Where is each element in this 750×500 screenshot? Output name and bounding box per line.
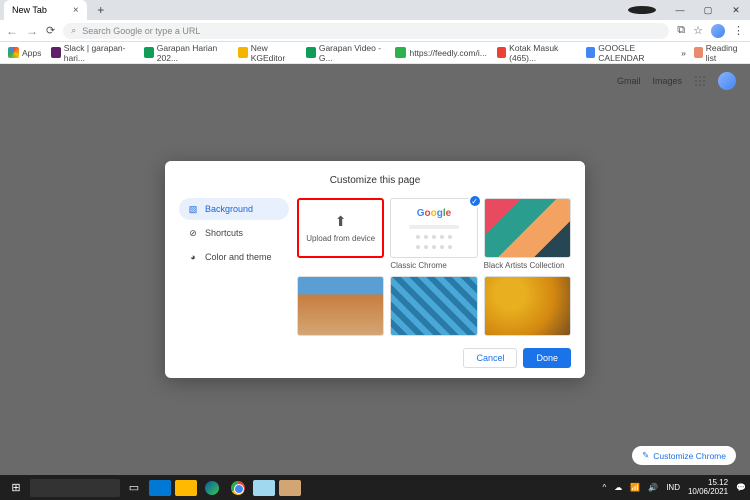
favicon-icon bbox=[144, 47, 153, 58]
back-button[interactable]: ← bbox=[6, 24, 18, 38]
dialog-main-panel: ⬆ Upload from device ✓ Google bbox=[297, 198, 571, 368]
favicon-icon bbox=[51, 47, 60, 58]
taskbar-paint-icon[interactable] bbox=[278, 477, 302, 499]
apps-shortcut[interactable]: Apps bbox=[8, 47, 41, 58]
taskbar-explorer-icon[interactable] bbox=[174, 477, 198, 499]
maximize-button[interactable]: ▢ bbox=[694, 5, 722, 16]
tray-language[interactable]: IND bbox=[666, 483, 680, 492]
favicon-icon bbox=[586, 47, 595, 58]
taskbar-app-icon[interactable] bbox=[252, 477, 276, 499]
cancel-button[interactable]: Cancel bbox=[463, 348, 517, 368]
reading-list-button[interactable]: Reading list bbox=[694, 43, 742, 63]
address-bar: ← → ⟳ ⌕ Search Google or type a URL ⧉ ☆ … bbox=[0, 20, 750, 42]
share-icon[interactable]: ⧉ bbox=[677, 24, 685, 37]
favicon-icon bbox=[238, 47, 247, 58]
palette-icon: ◕ bbox=[187, 251, 199, 263]
search-icon: ⌕ bbox=[71, 25, 76, 36]
dialog-sidebar: ▧ Background ⊘ Shortcuts ◕ Color and the… bbox=[179, 198, 289, 368]
omnibox-placeholder: Search Google or type a URL bbox=[82, 26, 200, 36]
task-view-button[interactable]: ▭ bbox=[122, 477, 146, 499]
taskbar-chrome-icon[interactable] bbox=[226, 477, 250, 499]
record-indicator-icon bbox=[628, 6, 656, 14]
background-tile-classic-chrome[interactable]: ✓ Google Classic Chrome bbox=[390, 198, 477, 270]
bookmark-item[interactable]: Garapan Video - G... bbox=[306, 43, 385, 63]
link-icon: ⊘ bbox=[187, 227, 199, 239]
reload-button[interactable]: ⟳ bbox=[46, 24, 55, 37]
upload-icon: ⬆ bbox=[335, 213, 347, 230]
apps-icon bbox=[8, 47, 19, 58]
bookmark-item[interactable]: Garapan Harian 202... bbox=[144, 43, 228, 63]
browser-tab[interactable]: New Tab × bbox=[4, 0, 87, 20]
upload-from-device-tile[interactable]: ⬆ Upload from device bbox=[297, 198, 384, 270]
selected-check-icon: ✓ bbox=[468, 194, 482, 208]
customize-dialog: Customize this page ▧ Background ⊘ Short… bbox=[165, 161, 585, 378]
taskbar-edge-icon[interactable] bbox=[200, 477, 224, 499]
taskbar-search[interactable] bbox=[30, 479, 120, 497]
tray-chevron-icon[interactable]: ^ bbox=[603, 483, 607, 492]
bookmark-star-icon[interactable]: ☆ bbox=[693, 24, 703, 37]
taskbar-mail-icon[interactable] bbox=[148, 477, 172, 499]
google-logo: Google bbox=[417, 208, 451, 219]
new-tab-button[interactable]: + bbox=[93, 2, 109, 18]
background-tile-black-artists[interactable]: Black Artists Collection bbox=[484, 198, 571, 270]
taskbar-clock[interactable]: 15.12 10/06/2021 bbox=[688, 479, 728, 497]
close-window-button[interactable]: ✕ bbox=[722, 5, 750, 16]
page-content: Gmail Images ✎ Customize Chrome Customiz… bbox=[0, 64, 750, 475]
modal-overlay: Customize this page ▧ Background ⊘ Short… bbox=[0, 64, 750, 475]
tray-cloud-icon[interactable]: ☁ bbox=[614, 483, 622, 492]
tab-title: New Tab bbox=[12, 5, 47, 15]
bookmark-item[interactable]: New KGEditor bbox=[238, 43, 296, 63]
bookmark-item[interactable]: GOOGLE CALENDAR bbox=[586, 43, 671, 63]
bookmark-overflow-icon[interactable]: » bbox=[681, 48, 686, 58]
sidebar-item-background[interactable]: ▧ Background bbox=[179, 198, 289, 220]
reading-list-icon bbox=[694, 47, 703, 58]
sidebar-item-shortcuts[interactable]: ⊘ Shortcuts bbox=[179, 222, 289, 244]
favicon-icon bbox=[306, 47, 315, 58]
tray-wifi-icon[interactable]: 📶 bbox=[630, 483, 640, 492]
menu-icon[interactable]: ⋮ bbox=[733, 24, 744, 37]
bookmark-item[interactable]: Kotak Masuk (465)... bbox=[497, 43, 576, 63]
done-button[interactable]: Done bbox=[523, 348, 571, 368]
bookmark-item[interactable]: Slack | garapan-hari... bbox=[51, 43, 134, 63]
omnibox[interactable]: ⌕ Search Google or type a URL bbox=[63, 23, 669, 39]
profile-avatar-icon[interactable] bbox=[711, 24, 725, 38]
bookmark-item[interactable]: https://feedly.com/i... bbox=[395, 47, 486, 58]
tray-volume-icon[interactable]: 🔊 bbox=[648, 483, 658, 492]
forward-button[interactable]: → bbox=[26, 24, 38, 38]
close-tab-icon[interactable]: × bbox=[73, 5, 79, 16]
image-icon: ▧ bbox=[187, 203, 199, 215]
dialog-title: Customize this page bbox=[179, 175, 571, 186]
favicon-icon bbox=[497, 47, 506, 58]
window-controls: — ▢ ✕ bbox=[628, 0, 750, 20]
background-tile-landscape[interactable] bbox=[297, 276, 384, 336]
start-button[interactable]: ⊞ bbox=[4, 477, 28, 499]
window-titlebar: New Tab × + — ▢ ✕ bbox=[0, 0, 750, 20]
favicon-icon bbox=[395, 47, 406, 58]
background-tile-geometric[interactable] bbox=[390, 276, 477, 336]
minimize-button[interactable]: — bbox=[666, 5, 694, 15]
windows-taskbar: ⊞ ▭ ^ ☁ 📶 🔊 IND 15.12 10/06/2021 💬 bbox=[0, 475, 750, 500]
background-tile-autumn[interactable] bbox=[484, 276, 571, 336]
sidebar-item-color-theme[interactable]: ◕ Color and theme bbox=[179, 246, 289, 268]
bookmarks-bar: Apps Slack | garapan-hari... Garapan Har… bbox=[0, 42, 750, 64]
tray-notifications-icon[interactable]: 💬 bbox=[736, 483, 746, 492]
